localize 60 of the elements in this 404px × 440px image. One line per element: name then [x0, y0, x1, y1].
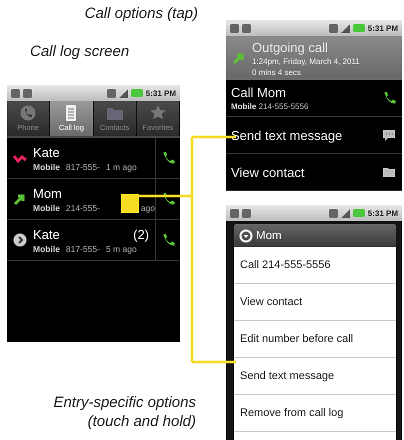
card-icon [382, 165, 396, 179]
signal-icon [118, 88, 128, 98]
contact-name: Kate [33, 144, 60, 160]
option-label: Call Mom [231, 85, 287, 100]
arrow-icon [13, 192, 27, 206]
phone-number: 214-555- [66, 202, 100, 212]
caption: Entry-specific options (touch and hold) [52, 393, 196, 431]
option-row[interactable]: Send text message [226, 117, 402, 154]
battery-icon [352, 24, 365, 32]
call-log-row[interactable]: Kate (2) Mobile 817-555- 5 m ago [7, 220, 180, 261]
caption: Call log screen [30, 42, 130, 61]
menu-item[interactable]: Edit number before call [234, 321, 396, 358]
arrow-icon [232, 51, 246, 65]
option-label: Send text message [231, 128, 344, 142]
call-duration: 0 mins 4 secs [252, 68, 302, 76]
call-time: 1 m ago [106, 162, 137, 172]
phone-icon[interactable] [161, 151, 175, 165]
status-time: 5:31 PM [368, 208, 398, 218]
folder-icon [106, 105, 124, 121]
option-detail: Mobile 214-555-5556 [231, 102, 310, 111]
expand-icon [239, 228, 253, 242]
menu-item[interactable]: Remove from call log [234, 395, 396, 432]
contact-name: Mom [33, 186, 62, 200]
call-log-row[interactable]: Mom Mobile 214-555- ago [7, 179, 180, 220]
call-title: Outgoing call [252, 40, 329, 54]
call-log-row[interactable]: Kate Mobile 817-555- 1 m ago [7, 138, 180, 179]
phone-number: 817-555- [66, 244, 100, 254]
number-type: Mobile [33, 244, 60, 254]
network-icon [328, 24, 338, 32]
dialog-title: Mom [256, 230, 282, 242]
call-count: (2) [133, 226, 149, 242]
battery-icon [352, 209, 365, 217]
phone-icon [19, 105, 38, 121]
phone-icon [382, 91, 396, 105]
menu-item[interactable]: Call 214-555-5556 [234, 247, 396, 284]
signal-icon [340, 208, 350, 218]
phone-icon[interactable] [161, 233, 175, 247]
option-row[interactable]: Call Mom Mobile 214-555-5556 [226, 80, 402, 117]
option-label: View contact [231, 164, 306, 180]
network-icon [106, 88, 116, 98]
phone-number: 817-555- [66, 162, 100, 172]
call-time: 5 m ago [106, 244, 137, 254]
menu-item[interactable]: Send text message [234, 358, 396, 395]
menu-item[interactable]: View contact [234, 284, 396, 321]
expand-icon [13, 233, 27, 247]
status-time: 5:31 PM [146, 88, 176, 98]
number-type: Mobile [33, 202, 60, 212]
network-icon [328, 208, 338, 218]
caption: Call options (tap) [84, 4, 198, 23]
battery-icon [130, 89, 143, 97]
number-type: Mobile [33, 162, 60, 172]
signal-icon [340, 24, 350, 32]
call-date: 1:24pm, Friday, March 4, 2011 [252, 56, 361, 66]
contact-name: Kate [33, 226, 60, 242]
status-time: 5:31 PM [368, 24, 398, 32]
call-time: ago [140, 202, 155, 212]
option-row[interactable]: View contact [226, 154, 402, 191]
phone-icon[interactable] [161, 192, 175, 206]
message-icon [382, 128, 396, 142]
star-icon [148, 105, 167, 121]
